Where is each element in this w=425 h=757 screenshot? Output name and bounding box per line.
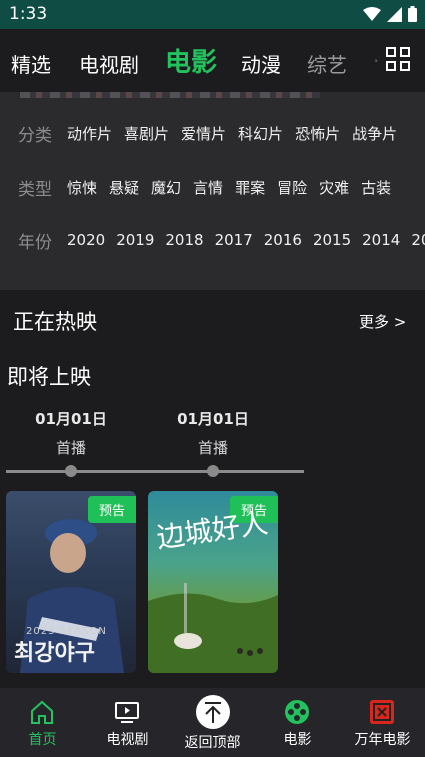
calendar-app-icon [370, 700, 394, 724]
status-bar: 1:33 [0, 0, 425, 29]
filter-label: 类型 [18, 179, 52, 200]
release-date-item: 01月01日 首播 [148, 408, 278, 458]
movie-poster[interactable]: 预告 边城好人 [148, 491, 278, 673]
filter-option[interactable]: 动作片 [67, 123, 112, 144]
filter-option[interactable]: 喜剧片 [124, 123, 169, 144]
filter-option[interactable]: 灾难 [319, 177, 349, 198]
signal-icon [387, 6, 402, 22]
grid-menu-button[interactable] [386, 47, 414, 75]
filter-option[interactable]: 恐怖片 [295, 123, 340, 144]
filter-option[interactable]: 罪案 [235, 177, 265, 198]
bottom-nav-tv[interactable]: 电视剧 [85, 688, 170, 757]
filter-option[interactable]: 2020 [67, 231, 105, 249]
film-reel-icon [285, 700, 309, 724]
filter-option[interactable]: 悬疑 [109, 177, 139, 198]
bottom-nav-label: 电影 [283, 732, 312, 748]
filter-option[interactable]: 2015 [313, 231, 351, 249]
bottom-nav-label: 首页 [28, 732, 57, 748]
tab-tv-series[interactable]: 电视剧 [79, 49, 139, 78]
filter-option[interactable]: 冒险 [277, 177, 307, 198]
now-showing-title: 正在热映 [13, 310, 97, 334]
tab-variety[interactable]: 综艺 [307, 49, 347, 78]
more-link[interactable]: 更多 > [359, 311, 406, 332]
filter-label: 年份 [18, 232, 52, 253]
filter-option[interactable]: 2016 [264, 231, 302, 249]
bottom-nav-back-to-top[interactable]: 返回顶部 [170, 688, 255, 757]
release-label: 首播 [197, 439, 228, 457]
filter-option[interactable]: 2014 [362, 231, 400, 249]
coming-soon-title: 即将上映 [7, 365, 91, 389]
release-date: 01月01日 [177, 410, 249, 428]
back-to-top-icon [196, 695, 230, 729]
filter-option[interactable]: 古装 [361, 177, 391, 198]
release-date: 01月01日 [35, 410, 107, 428]
tab-featured[interactable]: 精选 [11, 49, 51, 78]
status-icons [363, 6, 417, 22]
bottom-nav-label: 电视剧 [106, 732, 149, 748]
filter-option[interactable]: 言情 [193, 177, 223, 198]
trailer-badge: 预告 [88, 496, 136, 523]
filter-option[interactable]: 2017 [215, 231, 253, 249]
filter-option[interactable]: 爱情片 [181, 123, 226, 144]
tab-movies[interactable]: 电影 [165, 42, 217, 79]
filter-option[interactable]: 魔幻 [151, 177, 181, 198]
bottom-nav-label: 万年电影 [354, 732, 411, 748]
bottom-nav: 首页 电视剧 返回顶部 电影 万年电影 [0, 688, 425, 757]
timeline-dot [65, 465, 77, 477]
filter-panel-top-edge [20, 92, 320, 98]
wifi-icon [363, 7, 381, 21]
filter-panel: 分类 动作片 喜剧片 爱情片 科幻片 恐怖片 战争片 类型 惊悚 悬疑 魔幻 言… [0, 92, 425, 290]
filter-options: 惊悚 悬疑 魔幻 言情 罪案 冒险 灾难 古装 [67, 177, 403, 198]
release-label: 首播 [55, 439, 86, 457]
filter-option[interactable]: 2018 [165, 231, 203, 249]
filter-option[interactable]: 惊悚 [67, 177, 97, 198]
filter-option[interactable]: 战争片 [352, 123, 397, 144]
status-time: 1:33 [9, 4, 48, 24]
tab-anime[interactable]: 动漫 [241, 49, 281, 78]
movie-poster[interactable]: 预告 2023 SEASON 최강야구 [6, 491, 136, 673]
filter-option[interactable]: 科幻片 [238, 123, 283, 144]
bottom-nav-movies[interactable]: 电影 [255, 688, 340, 757]
bottom-nav-label: 返回顶部 [184, 735, 241, 751]
battery-icon [408, 6, 417, 22]
bottom-nav-calendar-movies[interactable]: 万年电影 [340, 688, 425, 757]
release-date-item: 01月01日 首播 [6, 408, 136, 458]
timeline-line [6, 470, 304, 473]
bottom-nav-home[interactable]: 首页 [0, 688, 85, 757]
filter-options: 2020 2019 2018 2017 2016 2015 2014 20 [67, 231, 425, 249]
tab-more-partial[interactable]: · [373, 49, 379, 73]
tv-icon [115, 702, 139, 723]
home-icon [31, 700, 53, 724]
filter-option[interactable]: 20 [411, 231, 425, 249]
filter-options: 动作片 喜剧片 爱情片 科幻片 恐怖片 战争片 [67, 123, 409, 144]
filter-option[interactable]: 2019 [116, 231, 154, 249]
poster-title: 최강야구 [14, 641, 95, 666]
filter-label: 分类 [18, 125, 52, 146]
top-nav: 精选 电视剧 电影 动漫 综艺 · [0, 29, 425, 92]
timeline-dot [207, 465, 219, 477]
